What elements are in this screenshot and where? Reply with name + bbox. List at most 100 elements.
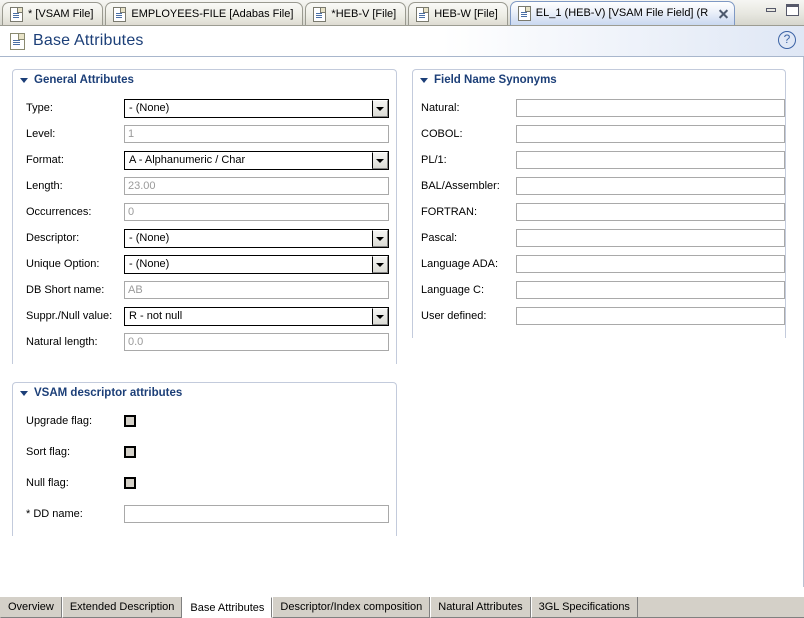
text-input[interactable]	[124, 125, 389, 143]
editor-tab[interactable]: EMPLOYEES-FILE [Adabas File]	[105, 2, 303, 25]
editor-window: * [VSAM File]EMPLOYEES-FILE [Adabas File…	[0, 0, 804, 618]
chevron-down-icon[interactable]	[372, 230, 388, 247]
form-row: Language ADA:	[413, 254, 785, 274]
dropdown-value: R - not null	[125, 310, 372, 322]
field-label: Natural:	[413, 102, 516, 114]
editor-tab-label: *HEB-V [File]	[331, 9, 396, 20]
text-input[interactable]	[516, 151, 785, 169]
form-row: Length:	[13, 176, 396, 196]
field-label: Pascal:	[413, 232, 516, 244]
page-tab[interactable]: Overview	[0, 597, 62, 618]
field-label: Upgrade flag:	[13, 415, 124, 427]
maximize-icon[interactable]	[785, 3, 800, 17]
field-label: FORTRAN:	[413, 206, 516, 218]
document-icon	[113, 7, 126, 22]
chevron-down-icon[interactable]	[372, 256, 388, 273]
field-label: Level:	[13, 128, 124, 140]
dropdown[interactable]: - (None)	[124, 229, 389, 248]
page-tab-label: Extended Description	[70, 601, 175, 613]
page-tab-bar: Overview Extended Description Base Attribu…	[0, 596, 804, 618]
chevron-down-icon[interactable]	[372, 152, 388, 169]
section-field-name-synonyms-header[interactable]: Field Name Synonyms	[413, 70, 785, 90]
text-input[interactable]	[124, 281, 389, 299]
form-row: Null flag:	[13, 473, 396, 493]
help-icon[interactable]: ?	[778, 31, 796, 49]
page-tab-label: 3GL Specifications	[539, 601, 630, 613]
form-row: * DD name:	[13, 504, 396, 524]
editor-tab[interactable]: EL_1 (HEB-V) [VSAM File Field] (R	[510, 1, 735, 25]
text-input[interactable]	[516, 281, 785, 299]
text-input[interactable]	[516, 229, 785, 247]
section-vsam-descriptor-attributes-header[interactable]: VSAM descriptor attributes	[13, 383, 396, 403]
text-input[interactable]	[516, 307, 785, 325]
page-tab[interactable]: 3GL Specifications	[531, 597, 638, 618]
form-row: Natural:	[413, 98, 785, 118]
form-row: Language C:	[413, 280, 785, 300]
editor-tab[interactable]: HEB-W [File]	[408, 2, 508, 25]
form-header: Base Attributes ?	[0, 26, 804, 57]
dropdown-value: A - Alphanumeric / Char	[125, 154, 372, 166]
text-input[interactable]	[516, 99, 785, 117]
section-general-attributes-header[interactable]: General Attributes	[13, 70, 396, 90]
form-row: DB Short name:	[13, 280, 396, 300]
text-input[interactable]	[516, 125, 785, 143]
form-row: Pascal:	[413, 228, 785, 248]
editor-tab-label: HEB-W [File]	[434, 9, 498, 20]
page-tab[interactable]: Base Attributes	[182, 597, 272, 618]
document-icon	[10, 33, 25, 50]
document-icon	[10, 7, 23, 22]
checkbox[interactable]	[124, 477, 136, 489]
chevron-down-icon[interactable]	[20, 78, 28, 83]
section-field-name-synonyms-body: Natural: COBOL: PL/1: BAL/Assembler: FORTRAN…	[413, 90, 785, 338]
field-label: Natural length:	[13, 336, 124, 348]
form-row: COBOL:	[413, 124, 785, 144]
text-input[interactable]	[124, 203, 389, 221]
field-label: Type:	[13, 102, 124, 114]
page-tab[interactable]: Natural Attributes	[430, 597, 530, 618]
dropdown[interactable]: - (None)	[124, 255, 389, 274]
chevron-down-icon[interactable]	[420, 78, 428, 83]
field-label: Format:	[13, 154, 124, 166]
form-row: FORTRAN:	[413, 202, 785, 222]
section-vsam-descriptor-attributes: VSAM descriptor attributes Upgrade flag:…	[12, 382, 397, 536]
form-row: Upgrade flag:	[13, 411, 396, 431]
field-label: Unique Option:	[13, 258, 124, 270]
section-general-attributes: General Attributes Type:- (None)Level:Fo…	[12, 69, 397, 364]
page-tab[interactable]: Extended Description	[62, 597, 183, 618]
page-tab-filler	[638, 597, 804, 618]
field-label: Null flag:	[13, 477, 124, 489]
field-label: * DD name:	[13, 508, 124, 520]
form-row: Level:	[13, 124, 396, 144]
chevron-down-icon[interactable]	[372, 308, 388, 325]
text-input[interactable]	[516, 177, 785, 195]
text-input[interactable]	[516, 203, 785, 221]
chevron-down-icon[interactable]	[372, 100, 388, 117]
text-input[interactable]	[124, 505, 389, 523]
editor-tab[interactable]: * [VSAM File]	[2, 2, 103, 25]
page-title: Base Attributes	[33, 32, 144, 50]
dropdown[interactable]: R - not null	[124, 307, 389, 326]
editor-tab-strip: * [VSAM File]EMPLOYEES-FILE [Adabas File…	[0, 0, 804, 26]
chevron-down-icon[interactable]	[20, 391, 28, 396]
text-input[interactable]	[516, 255, 785, 273]
left-column: General Attributes Type:- (None)Level:Fo…	[12, 69, 397, 536]
page-tab-label: Base Attributes	[190, 602, 264, 614]
form-row: BAL/Assembler:	[413, 176, 785, 196]
document-icon	[518, 6, 531, 21]
field-label: Language C:	[413, 284, 516, 296]
page-tab-label: Descriptor/Index composition	[280, 601, 422, 613]
checkbox[interactable]	[124, 415, 136, 427]
close-icon[interactable]	[717, 7, 730, 20]
field-label: DB Short name:	[13, 284, 124, 296]
dropdown[interactable]: - (None)	[124, 99, 389, 118]
editor-tab-label: EL_1 (HEB-V) [VSAM File Field] (R	[536, 8, 708, 19]
text-input[interactable]	[124, 333, 389, 351]
text-input[interactable]	[124, 177, 389, 195]
checkbox[interactable]	[124, 446, 136, 458]
form-row: PL/1:	[413, 150, 785, 170]
dropdown[interactable]: A - Alphanumeric / Char	[124, 151, 389, 170]
minimize-icon[interactable]	[764, 3, 779, 17]
page-tab[interactable]: Descriptor/Index composition	[272, 597, 430, 618]
editor-tab[interactable]: *HEB-V [File]	[305, 2, 406, 25]
page-tab-label: Natural Attributes	[438, 601, 522, 613]
